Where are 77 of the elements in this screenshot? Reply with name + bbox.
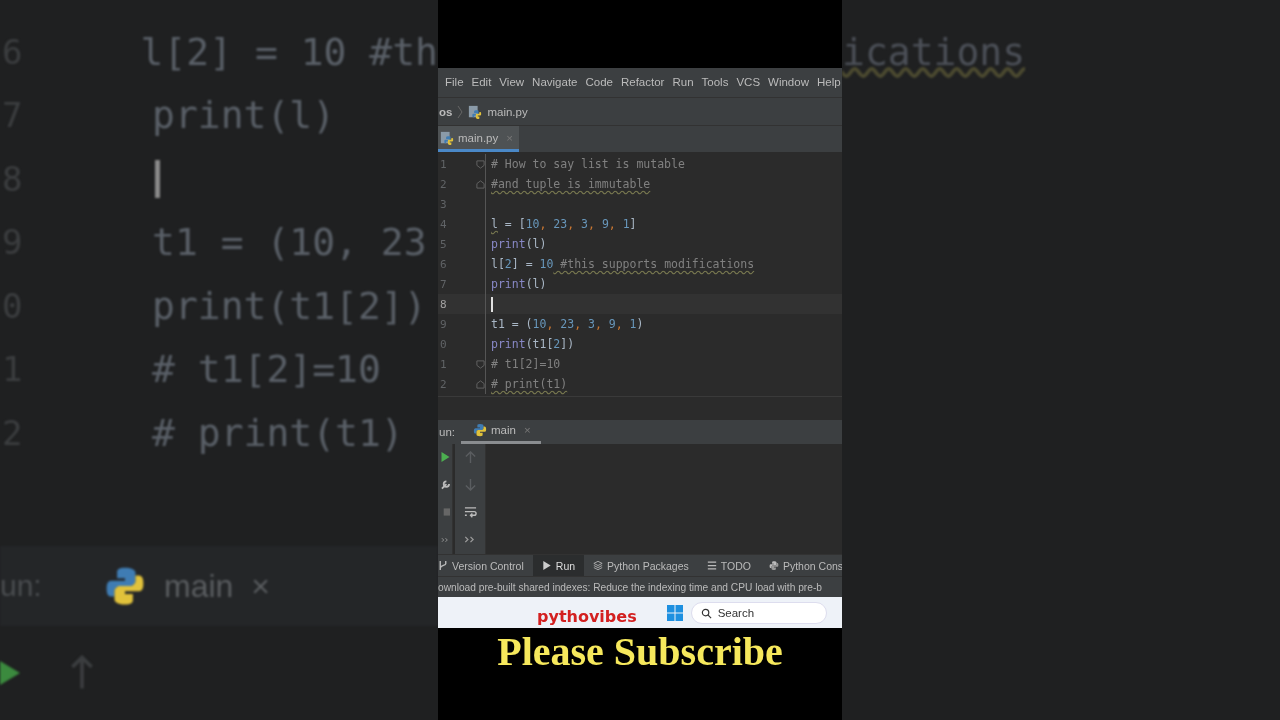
code-line: # t1[2]=10 xyxy=(491,357,561,372)
run-label: un: xyxy=(439,425,455,438)
code-line: # t1[2]=10 xyxy=(152,347,381,392)
play-icon xyxy=(541,560,552,572)
chevron-icon xyxy=(457,104,464,119)
python-icon xyxy=(768,560,779,572)
code-line: print(t1[2]) xyxy=(152,283,427,328)
line-number: 0 xyxy=(439,337,448,351)
menu-item[interactable]: Edit xyxy=(471,76,492,89)
code-line: l[2] = 10 #th xyxy=(140,29,438,74)
search-field[interactable]: Search xyxy=(690,601,827,624)
code-line: # print(t1) xyxy=(152,410,404,455)
line-number: 5 xyxy=(439,237,448,251)
branch-icon xyxy=(438,560,448,572)
code-line: print(t1[2]) xyxy=(491,337,575,352)
up-arrow-icon[interactable] xyxy=(463,450,477,464)
fold-icon[interactable] xyxy=(476,379,485,389)
text-cursor xyxy=(155,159,160,198)
line-number: 4 xyxy=(439,217,448,231)
channel-name: pythovibes xyxy=(537,606,637,627)
subscribe-caption: Please Subscribe xyxy=(497,628,783,675)
layers-icon xyxy=(593,560,604,572)
menu-item[interactable]: Refactor xyxy=(620,76,665,89)
close-icon: × xyxy=(251,567,271,605)
status-message: ownload pre-built shared indexes: Reduce the indexing time and CPU load with pre-b xyxy=(438,581,822,593)
code-line: print(l) xyxy=(152,93,336,138)
python-icon xyxy=(104,565,146,607)
menu-item[interactable]: Help xyxy=(816,76,841,89)
list-icon xyxy=(706,560,717,572)
soft-wrap-icon[interactable] xyxy=(463,505,477,519)
tool-window-button[interactable]: TODO xyxy=(697,554,760,577)
line-number: 3 xyxy=(439,197,448,211)
tool-window-button[interactable]: Python Cons xyxy=(759,554,842,577)
code-line: l[2] = 10 #this supports modifications xyxy=(491,257,755,272)
file-tab[interactable]: main.py × xyxy=(438,126,519,153)
text-cursor xyxy=(491,296,493,312)
line-number: 1 xyxy=(439,157,448,171)
tool-window-button[interactable]: Python Packages xyxy=(584,554,698,577)
line-number: 1 xyxy=(439,357,448,371)
fold-icon[interactable] xyxy=(476,179,485,189)
line-number: 2 xyxy=(439,177,448,191)
tool-window-button[interactable]: Version Control xyxy=(438,554,533,577)
menu-item[interactable]: Navigate xyxy=(532,76,578,89)
code-line: print(l) xyxy=(491,237,547,252)
menu-item[interactable]: File xyxy=(445,76,464,89)
code-line: t1 = (10, 23, 3, 9, 1) xyxy=(491,317,644,332)
code-line: #and tuple is immutable xyxy=(491,177,651,192)
code-line: l = [10, 23, 3, 9, 1] xyxy=(491,217,637,232)
menu-item[interactable]: Code xyxy=(585,76,613,89)
menu-item[interactable]: View xyxy=(499,76,525,89)
menu-item[interactable]: VCS xyxy=(736,76,761,89)
code-line: print(l) xyxy=(491,277,547,292)
python-file-icon xyxy=(468,104,483,119)
wrench-icon[interactable] xyxy=(440,479,450,490)
play-icon xyxy=(0,661,20,685)
code-line: # How to say list is mutable xyxy=(491,157,685,172)
breadcrumb-item[interactable]: os xyxy=(439,105,453,118)
python-file-icon xyxy=(440,130,454,145)
up-arrow-icon xyxy=(70,655,94,691)
play-icon[interactable] xyxy=(440,452,450,463)
start-icon[interactable] xyxy=(666,604,683,621)
line-number: 8 xyxy=(439,297,448,311)
line-number: 6 xyxy=(439,257,448,271)
line-number: 2 xyxy=(439,377,448,391)
fold-icon[interactable] xyxy=(476,359,485,369)
menu-item[interactable]: Window xyxy=(768,76,809,89)
python-icon xyxy=(473,423,487,438)
menu-item[interactable]: Tools xyxy=(701,76,729,89)
menu-item[interactable]: Run xyxy=(672,76,694,89)
down-arrow-icon[interactable] xyxy=(463,478,477,492)
line-number: 9 xyxy=(439,317,448,331)
tool-window-button[interactable]: Run xyxy=(532,554,585,577)
code-line: # print(t1) xyxy=(491,377,568,392)
line-number: 7 xyxy=(439,277,448,291)
code-line: t1 = (10, 23 xyxy=(152,220,427,265)
breadcrumb-item[interactable]: main.py xyxy=(487,105,528,118)
fold-icon[interactable] xyxy=(476,159,485,169)
